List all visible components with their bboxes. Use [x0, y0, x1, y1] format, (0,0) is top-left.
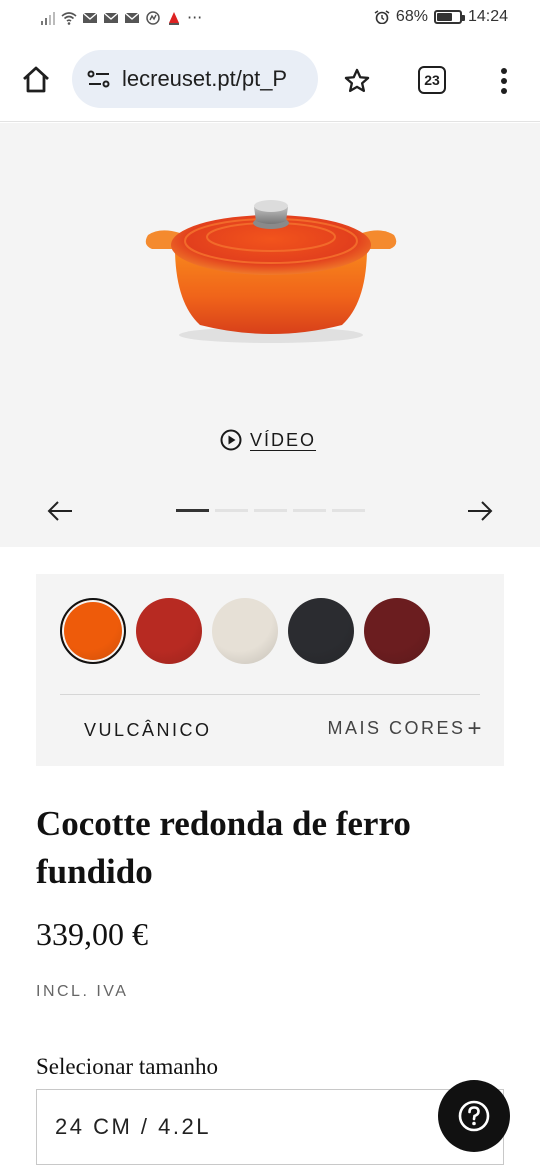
gallery-dot-5[interactable]: [332, 509, 365, 512]
site-settings-icon[interactable]: [86, 66, 112, 92]
color-swatch-black-onyx[interactable]: [288, 598, 354, 664]
bookmark-button[interactable]: [340, 64, 374, 98]
app-notification-icon: [166, 11, 182, 25]
mail-icon: [82, 11, 98, 25]
browser-toolbar: lecreuset.pt/pt_P 23: [0, 38, 540, 122]
product-price: 339,00 €: [36, 916, 148, 952]
selected-color-name: VULCÂNICO: [84, 720, 212, 740]
wifi-icon: [61, 11, 77, 25]
play-circle-icon: [220, 429, 242, 451]
signal-icon: [40, 11, 56, 25]
tax-note: INCL. IVA: [36, 983, 129, 1000]
help-question-icon: [458, 1100, 490, 1132]
help-button[interactable]: [438, 1080, 510, 1152]
divider: [60, 694, 480, 695]
color-swatch-meringue-cream[interactable]: [212, 598, 278, 664]
menu-dot: [501, 78, 507, 84]
gallery-pagination: [176, 509, 365, 512]
star-icon: [344, 68, 370, 93]
status-bar: ··· 68% 14:24: [0, 0, 540, 38]
plus-icon: +: [467, 714, 484, 742]
gallery-dot-3[interactable]: [254, 509, 287, 512]
status-icons-right: 68% 14:24: [374, 8, 508, 26]
video-link[interactable]: VÍDEO: [220, 429, 316, 451]
video-label: VÍDEO: [250, 429, 317, 450]
mail-icon: [124, 11, 140, 25]
home-button[interactable]: [18, 62, 54, 98]
gallery-dot-4[interactable]: [293, 509, 326, 512]
battery-icon: [433, 10, 465, 24]
tab-count: 23: [424, 72, 440, 88]
clock: 14:24: [467, 8, 508, 25]
address-bar[interactable]: lecreuset.pt/pt_P: [72, 50, 318, 108]
previous-image-arrow-icon[interactable]: [46, 499, 74, 523]
tab-switcher-button[interactable]: 23: [418, 66, 446, 94]
more-colors-label: MAIS CORES: [327, 718, 466, 738]
menu-dot: [501, 68, 507, 74]
more-notifications-indicator: ···: [187, 8, 203, 27]
color-swatch-garnet[interactable]: [364, 598, 430, 664]
product-gallery: VÍDEO: [0, 123, 540, 547]
url-text: lecreuset.pt/pt_P: [122, 66, 288, 91]
size-label: Selecionar tamanho: [36, 1054, 219, 1079]
status-icons-left: ···: [40, 8, 202, 27]
product-image-cocotte[interactable]: [140, 183, 402, 353]
color-selector: VULCÂNICO MAIS CORES +: [36, 574, 504, 766]
mail-icon: [103, 11, 119, 25]
size-select[interactable]: 24 CM / 4.2L: [36, 1089, 504, 1165]
gallery-dot-2[interactable]: [215, 509, 248, 512]
activity-icon: [145, 10, 161, 25]
battery-percent: 68%: [395, 8, 428, 25]
color-swatch-cerise-red[interactable]: [136, 598, 202, 664]
color-swatches: [60, 598, 430, 664]
home-icon: [23, 66, 49, 93]
alarm-icon: [374, 10, 390, 25]
browser-menu-button[interactable]: [494, 64, 514, 98]
more-colors-button[interactable]: MAIS CORES +: [327, 714, 484, 742]
next-image-arrow-icon[interactable]: [466, 499, 494, 523]
menu-dot: [501, 88, 507, 94]
size-value: 24 CM / 4.2L: [55, 1114, 211, 1139]
color-swatch-flame-orange[interactable]: [60, 598, 126, 664]
product-title: Cocotte redonda de ferro fundido: [36, 804, 411, 891]
gallery-dot-1[interactable]: [176, 509, 209, 512]
